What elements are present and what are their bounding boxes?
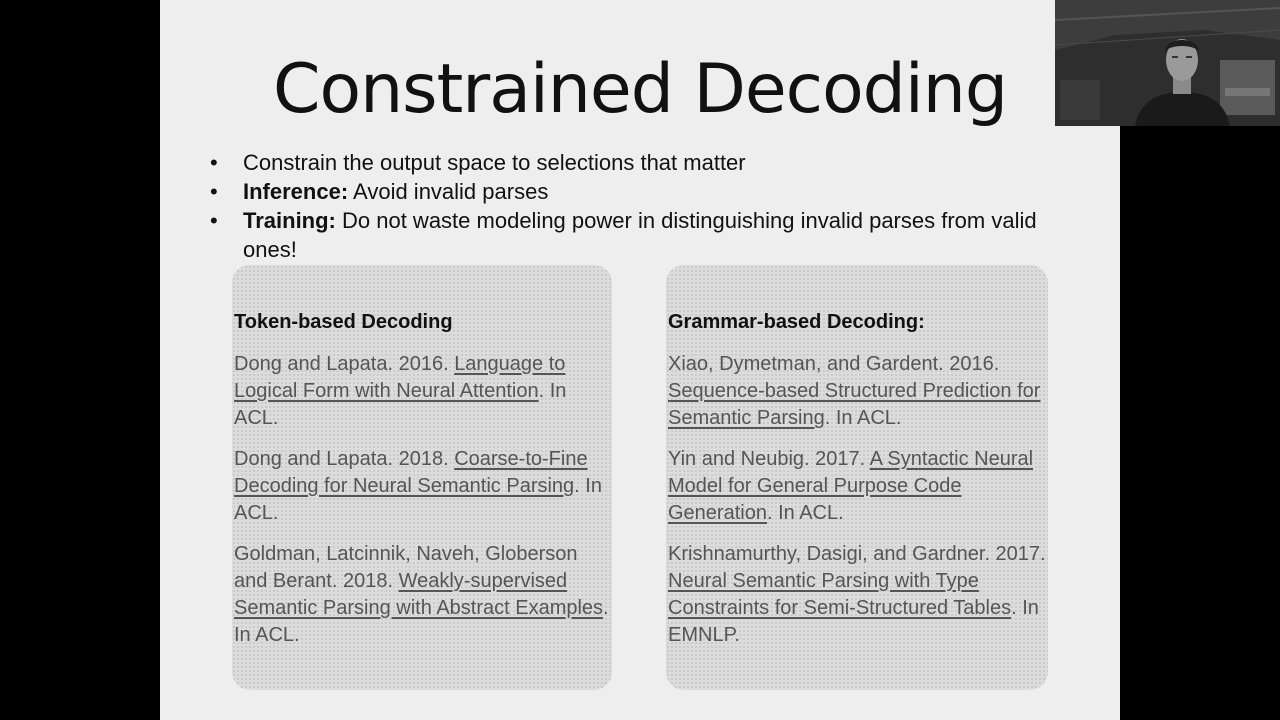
bullet-text: Avoid invalid parses — [348, 179, 549, 204]
ref-authors: Dong and Lapata. 2018. — [234, 448, 455, 470]
slide-title: Constrained Decoding — [272, 50, 1008, 129]
bullet-item: Inference: Avoid invalid parses — [208, 177, 1088, 206]
ref-authors: Krishnamurthy, Dasigi, and Gardner. 2017… — [668, 543, 1046, 565]
box-heading: Token-based Decoding — [234, 311, 453, 333]
reference-item: Goldman, Latcinnik, Naveh, Globerson and… — [234, 541, 612, 649]
webcam-image — [1055, 0, 1280, 126]
reference-item: Xiao, Dymetman, and Gardent. 2016. Seque… — [668, 351, 1046, 432]
ref-authors: Xiao, Dymetman, and Gardent. 2016. — [668, 353, 1000, 375]
reference-item: Krishnamurthy, Dasigi, and Gardner. 2017… — [668, 541, 1046, 649]
bullet-text: Constrain the output space to selections… — [243, 150, 746, 175]
slide: Constrained Decoding Constrain the outpu… — [160, 0, 1120, 720]
bullet-item: Training: Do not waste modeling power in… — [208, 206, 1088, 264]
ref-venue: . In ACL. — [824, 407, 902, 429]
bullet-text: Do not waste modeling power in distingui… — [243, 208, 1037, 262]
presenter-webcam — [1055, 0, 1280, 126]
ref-authors: Yin and Neubig. 2017. — [668, 448, 870, 470]
reference-item: Dong and Lapata. 2016. Language to Logic… — [234, 351, 612, 432]
bullet-item: Constrain the output space to selections… — [208, 148, 1088, 177]
grammar-based-box: Grammar-based Decoding: Xiao, Dymetman, … — [666, 265, 1048, 690]
bullet-bold: Inference: — [243, 179, 349, 204]
box-heading: Grammar-based Decoding: — [668, 311, 925, 333]
ref-authors: Dong and Lapata. 2016. — [234, 353, 455, 375]
reference-item: Dong and Lapata. 2018. Coarse-to-Fine De… — [234, 446, 612, 527]
token-based-box: Token-based Decoding Dong and Lapata. 20… — [232, 265, 612, 690]
bullet-list: Constrain the output space to selections… — [208, 148, 1088, 264]
reference-item: Yin and Neubig. 2017. A Syntactic Neural… — [668, 446, 1046, 527]
ref-link[interactable]: Neural Semantic Parsing with Type Constr… — [668, 570, 1011, 619]
bullet-bold: Training: — [243, 208, 336, 233]
ref-venue: . In ACL. — [766, 502, 844, 524]
